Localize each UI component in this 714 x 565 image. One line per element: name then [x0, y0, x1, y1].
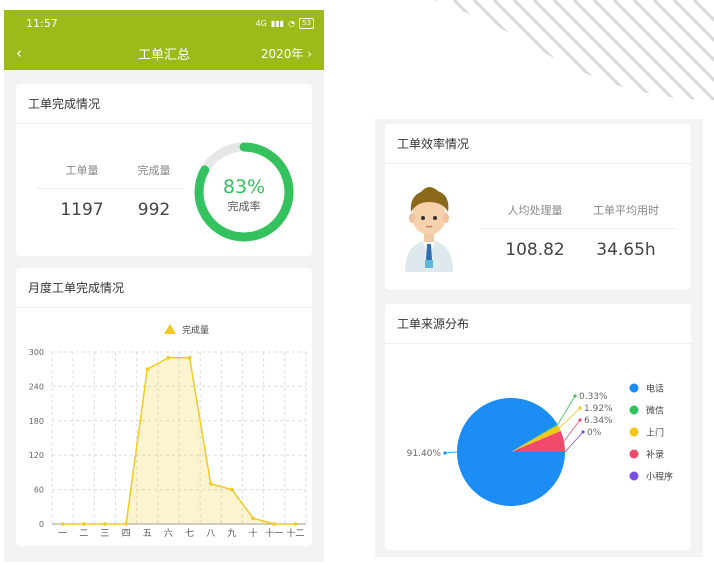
x-tick-label: 八: [206, 529, 215, 538]
total-label: 工单量: [65, 164, 99, 177]
data-point: [272, 522, 277, 526]
legend-label: 微信: [646, 405, 664, 417]
status-bar: 11:57 4G ▮▮▮ ◔ 53: [4, 10, 324, 36]
done-value: 992: [137, 200, 171, 220]
data-point: [60, 522, 65, 526]
year-selector[interactable]: 2020年 ›: [261, 45, 312, 62]
back-button[interactable]: ‹: [16, 44, 22, 62]
completion-card: 工单完成情况 工单量 完成量 1197 992 83% 完成率: [16, 84, 312, 256]
data-point: [81, 522, 86, 526]
legend-triangle-icon: [164, 324, 176, 334]
y-tick-label: 0: [39, 520, 44, 529]
monthly-area-chart: 完成量 0 60 120 180 240 300 一 二 三 四 五 六 七 八 九 十十一 十二: [29, 324, 307, 538]
pie-leader-dot: [573, 394, 577, 398]
avg-value: 108.82: [505, 240, 565, 260]
source-title: 工单来源分布: [385, 304, 691, 344]
pie-value-label: 91.40%: [407, 449, 442, 459]
data-point: [145, 367, 150, 371]
pie-value-label: 6.34%: [584, 416, 613, 426]
pie-leader-line: [564, 431, 584, 453]
x-tick-label: 四: [122, 529, 131, 538]
completion-title: 工单完成情况: [16, 84, 312, 124]
x-tick-label: 十二: [286, 527, 304, 538]
pie-leader-line: [557, 395, 576, 425]
data-point: [208, 482, 213, 486]
pie-leader-line: [444, 451, 458, 454]
x-tick-label: 六: [164, 527, 173, 538]
x-tick-label: 十一: [265, 527, 283, 538]
pie-value-label: 0%: [587, 428, 602, 438]
decorative-stripes: [434, 0, 714, 100]
chart-legend: 完成量: [164, 324, 209, 336]
legend-dot: [629, 471, 639, 481]
avg-label: 人均处理量: [507, 204, 563, 217]
monthly-card: 月度工单完成情况 完成量 0 60 120 180 240 300 一 二 三 四 五 六 七 八 九 十十一十…: [16, 268, 312, 546]
pie-value-label: 0.33%: [579, 392, 608, 402]
y-tick-label: 300: [29, 348, 44, 357]
data-point: [103, 522, 107, 526]
data-point: [293, 522, 298, 526]
source-pie-chart: 91.40% 0.33% 1.92% 6.34% 0% 电话微信上门补录小程序: [407, 383, 673, 506]
nav-bar: ‹ 工单汇总 2020年 ›: [4, 36, 324, 70]
legend-label: 补录: [646, 449, 664, 461]
legend-dot: [629, 449, 639, 459]
year-label: 2020年: [260, 46, 304, 61]
y-tick-label: 180: [29, 417, 44, 426]
x-tick-label: 十: [249, 527, 258, 538]
network-label: 4G: [255, 18, 267, 28]
x-tick-label: 九: [227, 528, 236, 538]
x-tick-label: 五: [143, 529, 152, 538]
data-point: [166, 355, 171, 360]
right-phone-screen: 工单效率情况 人均处理量 工单平均用时 108.82 34.65h 工单来源分布…: [375, 119, 703, 557]
data-point: [187, 355, 192, 360]
monthly-title: 月度工单完成情况: [16, 268, 312, 308]
status-icons: 4G ▮▮▮ ◔ 53: [255, 17, 314, 29]
legend-label: 完成量: [182, 324, 209, 336]
pie-leader-dot: [581, 430, 585, 434]
pie-leader-dot: [578, 418, 582, 422]
signal-icon: ▮▮▮: [270, 18, 285, 28]
battery-icon: 53: [299, 17, 314, 29]
legend-label: 上门: [646, 427, 664, 439]
wifi-icon: ◔: [288, 18, 296, 28]
pie-value-label: 1.92%: [584, 404, 613, 414]
legend-label: 小程序: [646, 471, 673, 483]
completion-rate-label: 完成率: [228, 199, 261, 213]
legend-dot: [629, 405, 639, 415]
y-tick-label: 120: [29, 451, 44, 460]
efficiency-card: 工单效率情况 人均处理量 工单平均用时 108.82 34.65h: [385, 124, 691, 290]
x-tick-label: 二: [79, 529, 88, 538]
data-point: [251, 516, 255, 521]
total-value: 1197: [60, 200, 104, 220]
data-point: [124, 522, 128, 526]
source-card: 工单来源分布 91.40% 0.33% 1.92% 6.34% 0% 电话微信上门补录小程…: [385, 304, 691, 550]
done-label: 完成量: [137, 164, 171, 177]
series-area: [62, 357, 296, 524]
status-time: 11:57: [26, 16, 58, 30]
completion-percent: 83%: [223, 176, 265, 198]
worker-avatar-icon: [405, 187, 453, 272]
time-value: 34.65h: [596, 240, 656, 260]
y-tick-label: 240: [29, 382, 44, 391]
efficiency-title: 工单效率情况: [385, 124, 691, 164]
chevron-right-icon: ›: [307, 46, 312, 61]
efficiency-divider: [481, 228, 677, 229]
legend-label: 电话: [646, 383, 664, 395]
stat-divider: [36, 188, 184, 189]
time-label: 工单平均用时: [593, 204, 659, 217]
pie-leader-line: [559, 407, 581, 429]
data-point: [230, 487, 234, 492]
x-tick-label: 三: [100, 529, 109, 538]
completion-ring: 83% 完成率: [194, 142, 294, 242]
pie-leader-dot: [443, 451, 447, 455]
y-tick-label: 60: [34, 486, 44, 495]
left-phone-screen: 11:57 4G ▮▮▮ ◔ 53 ‹ 工单汇总 2020年 › 工单完成情况 …: [4, 10, 324, 562]
x-tick-label: 七: [185, 528, 194, 538]
legend-dot: [629, 427, 639, 437]
legend-dot: [629, 383, 639, 393]
pie-leader-dot: [578, 406, 582, 410]
x-tick-label: 一: [58, 529, 67, 538]
